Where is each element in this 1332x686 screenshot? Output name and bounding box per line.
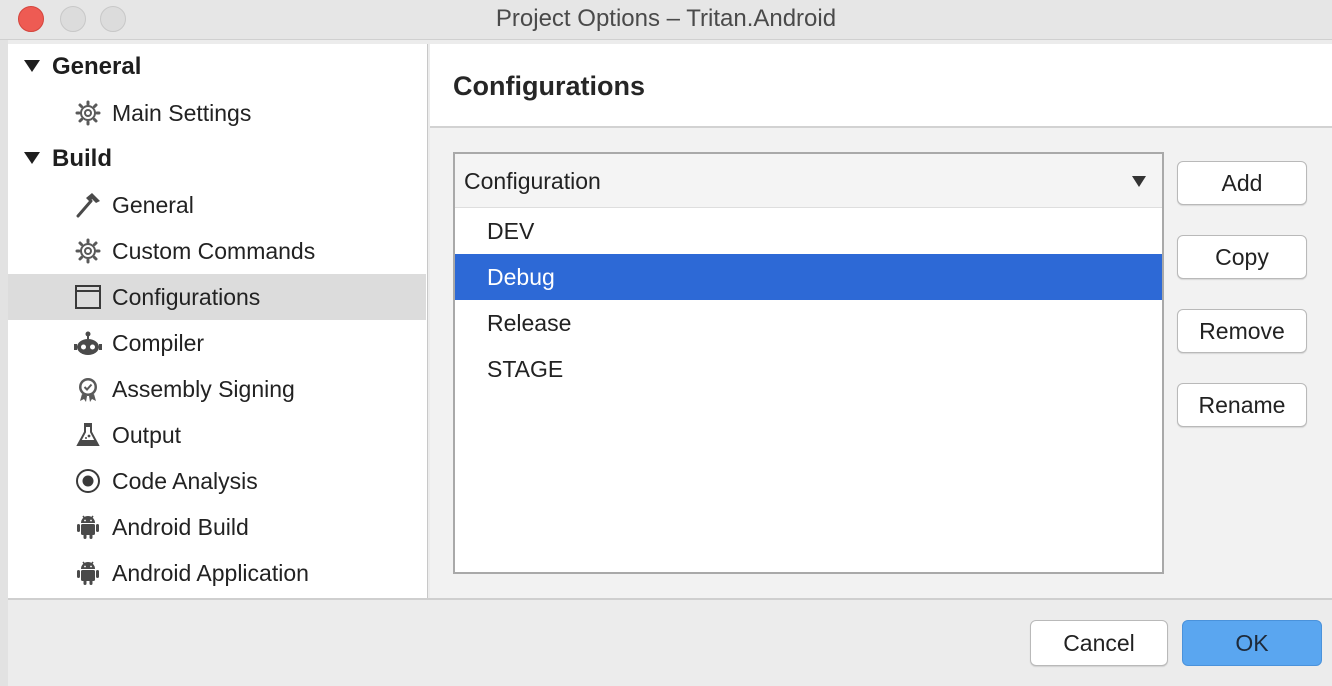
section-label: General (52, 53, 142, 80)
window-edge (0, 40, 8, 686)
sidebar-item-label: Assembly Signing (112, 376, 295, 402)
title-bar: Project Options – Tritan.Android (0, 0, 1332, 40)
section-label: Build (52, 145, 112, 172)
android-icon (74, 514, 102, 540)
project-options-window: Project Options – Tritan.Android General… (0, 0, 1332, 686)
column-header-label: Configuration (464, 168, 601, 194)
sidebar-item-label: Code Analysis (112, 468, 258, 494)
list-item[interactable]: DEV (455, 208, 1162, 254)
dialog-footer: Cancel OK (8, 598, 1332, 686)
add-button[interactable]: Add (1177, 161, 1307, 205)
certificate-badge-icon (74, 376, 102, 402)
flask-icon (74, 422, 102, 448)
sidebar-item-code-analysis[interactable]: Code Analysis (8, 458, 426, 504)
target-icon (74, 468, 102, 494)
sidebar-item-android-application[interactable]: Android Application (8, 550, 426, 596)
sidebar-item-label: Compiler (112, 330, 205, 356)
configuration-list[interactable]: Configuration DEV Debug Release STAGE (453, 152, 1164, 574)
section-general[interactable]: General (8, 44, 426, 90)
list-item-label: Debug (487, 264, 555, 290)
section-build[interactable]: Build (8, 136, 426, 182)
rename-button[interactable]: Rename (1177, 383, 1307, 427)
list-item-label: STAGE (487, 356, 564, 382)
sidebar-item-custom-commands[interactable]: Custom Commands (8, 228, 426, 274)
list-item-label: Release (487, 310, 572, 336)
sidebar-item-build-general[interactable]: General (8, 182, 426, 228)
list-item[interactable]: Release (455, 300, 1162, 346)
sidebar-item-main-settings[interactable]: Main Settings (8, 90, 426, 136)
configuration-column-header[interactable]: Configuration (455, 154, 1162, 208)
sidebar-item-label: Configurations (112, 284, 261, 310)
window-icon (74, 284, 102, 310)
page-title: Configurations (453, 71, 645, 101)
hammer-icon (74, 192, 102, 218)
gear-icon (74, 238, 102, 264)
disclosure-triangle-icon[interactable] (24, 152, 40, 164)
sidebar-item-compiler[interactable]: Compiler (8, 320, 426, 366)
sidebar-item-label: Android Build (112, 514, 249, 540)
sidebar-item-configurations[interactable]: Configurations (8, 274, 426, 320)
disclosure-triangle-icon[interactable] (24, 60, 40, 72)
list-item-selected[interactable]: Debug (455, 254, 1162, 300)
list-item-label: DEV (487, 218, 535, 244)
panel-header: Configurations (430, 44, 1332, 128)
copy-button[interactable]: Copy (1177, 235, 1307, 279)
sidebar-item-assembly-signing[interactable]: Assembly Signing (8, 366, 426, 412)
sidebar-item-label: Output (112, 422, 182, 448)
list-item[interactable]: STAGE (455, 346, 1162, 392)
options-sidebar: General Main Settings Build General Cust… (8, 44, 428, 600)
sidebar-item-output[interactable]: Output (8, 412, 426, 458)
configurations-panel: Configurations Configuration DEV Debug R… (430, 44, 1332, 600)
remove-button[interactable]: Remove (1177, 309, 1307, 353)
cancel-button[interactable]: Cancel (1030, 620, 1168, 666)
sidebar-item-label: Android Application (112, 560, 309, 586)
gear-icon (74, 100, 102, 126)
robot-icon (74, 330, 102, 356)
ok-button[interactable]: OK (1182, 620, 1322, 666)
window-title: Project Options – Tritan.Android (495, 5, 837, 32)
sidebar-item-android-build[interactable]: Android Build (8, 504, 426, 550)
android-icon (74, 560, 102, 586)
sidebar-item-label: General (112, 192, 194, 218)
sidebar-item-label: Custom Commands (112, 238, 316, 264)
sort-arrow-down-icon (1132, 176, 1146, 187)
sidebar-item-label: Main Settings (112, 100, 252, 126)
